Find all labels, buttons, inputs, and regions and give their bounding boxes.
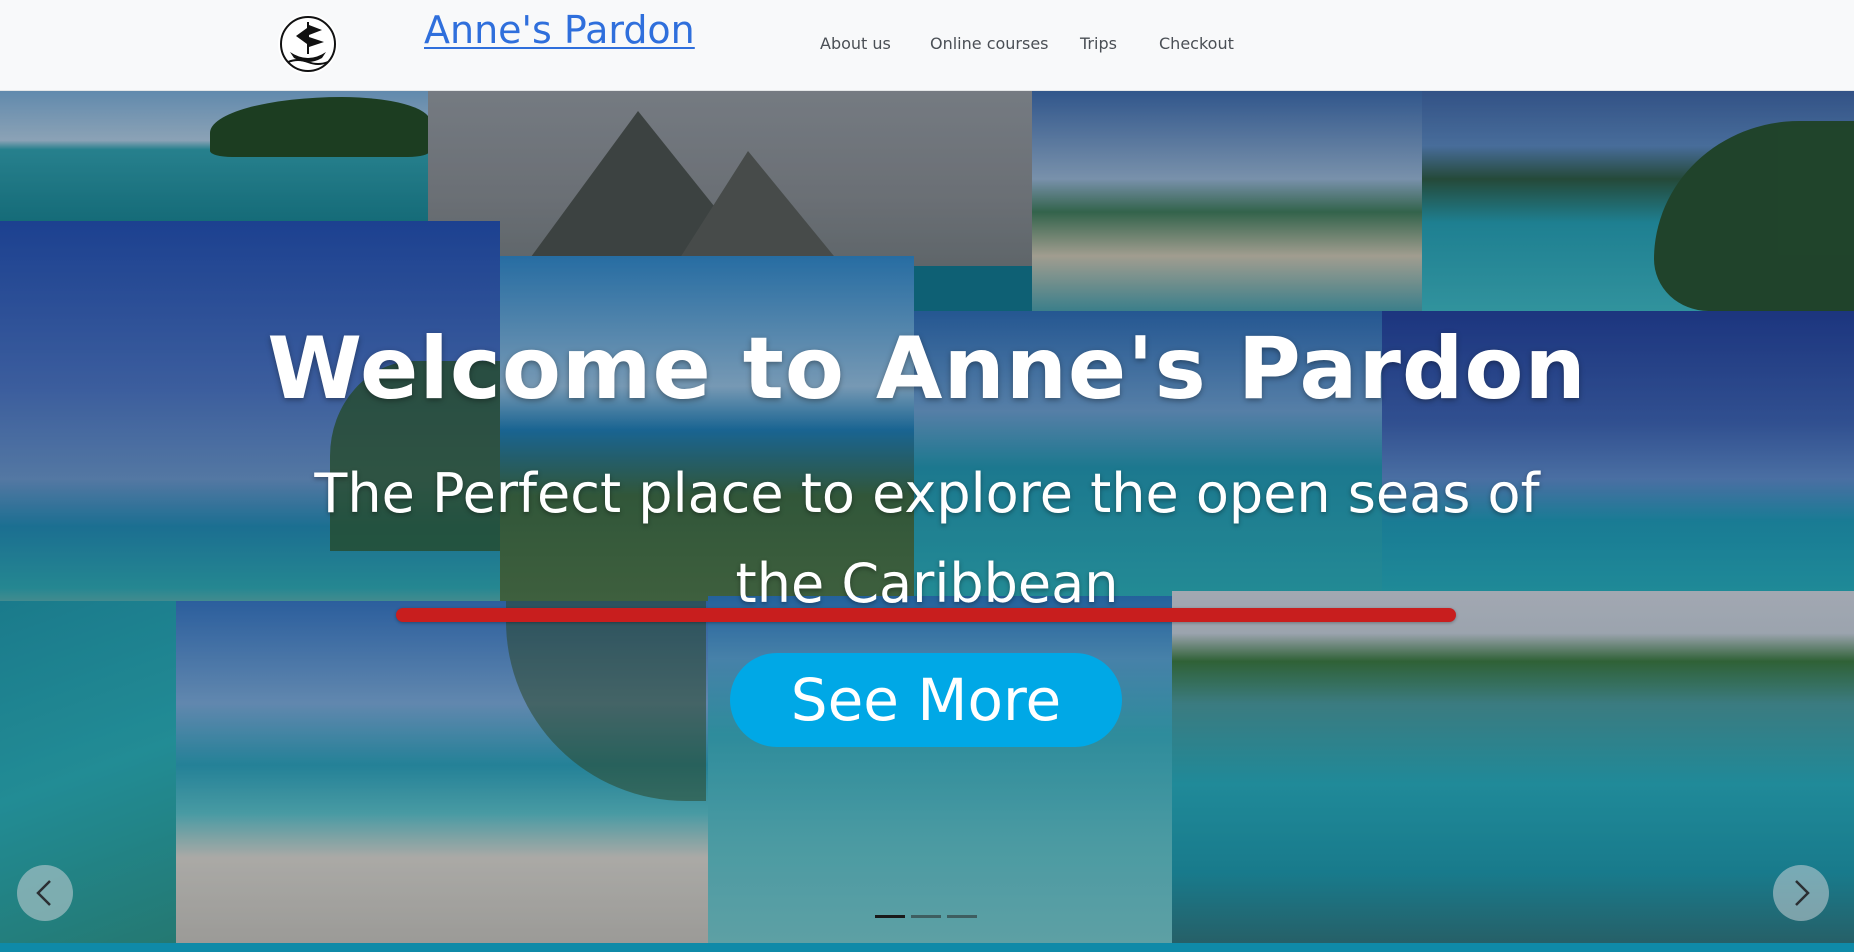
chevron-left-icon bbox=[36, 880, 51, 906]
hero-carousel: Welcome to Anne's Pardon The Perfect pla… bbox=[0, 91, 1854, 943]
pirate-ship-logo-icon[interactable] bbox=[278, 14, 338, 74]
nav-link-about-us[interactable]: About us bbox=[820, 34, 891, 54]
carousel-next-button[interactable] bbox=[1773, 865, 1829, 921]
hero-divider bbox=[396, 608, 1456, 622]
brand-link[interactable]: Anne's Pardon bbox=[424, 6, 695, 54]
nav-link-online-courses[interactable]: Online courses bbox=[930, 34, 1049, 54]
section-bottom-strip bbox=[0, 943, 1854, 952]
nav-link-checkout[interactable]: Checkout bbox=[1159, 34, 1234, 54]
see-more-button[interactable]: See More bbox=[730, 653, 1122, 747]
nav-link-trips[interactable]: Trips bbox=[1080, 34, 1117, 54]
chevron-right-icon bbox=[1795, 880, 1810, 906]
carousel-indicator-3[interactable] bbox=[947, 915, 977, 918]
hero-subtitle: The Perfect place to explore the open se… bbox=[314, 462, 1540, 615]
carousel-indicator-1[interactable] bbox=[875, 915, 905, 918]
carousel-prev-button[interactable] bbox=[17, 865, 73, 921]
carousel-indicator-2[interactable] bbox=[911, 915, 941, 918]
hero-title: Welcome to Anne's Pardon bbox=[267, 319, 1587, 419]
navbar: Anne's Pardon About us Online courses Tr… bbox=[0, 0, 1854, 91]
